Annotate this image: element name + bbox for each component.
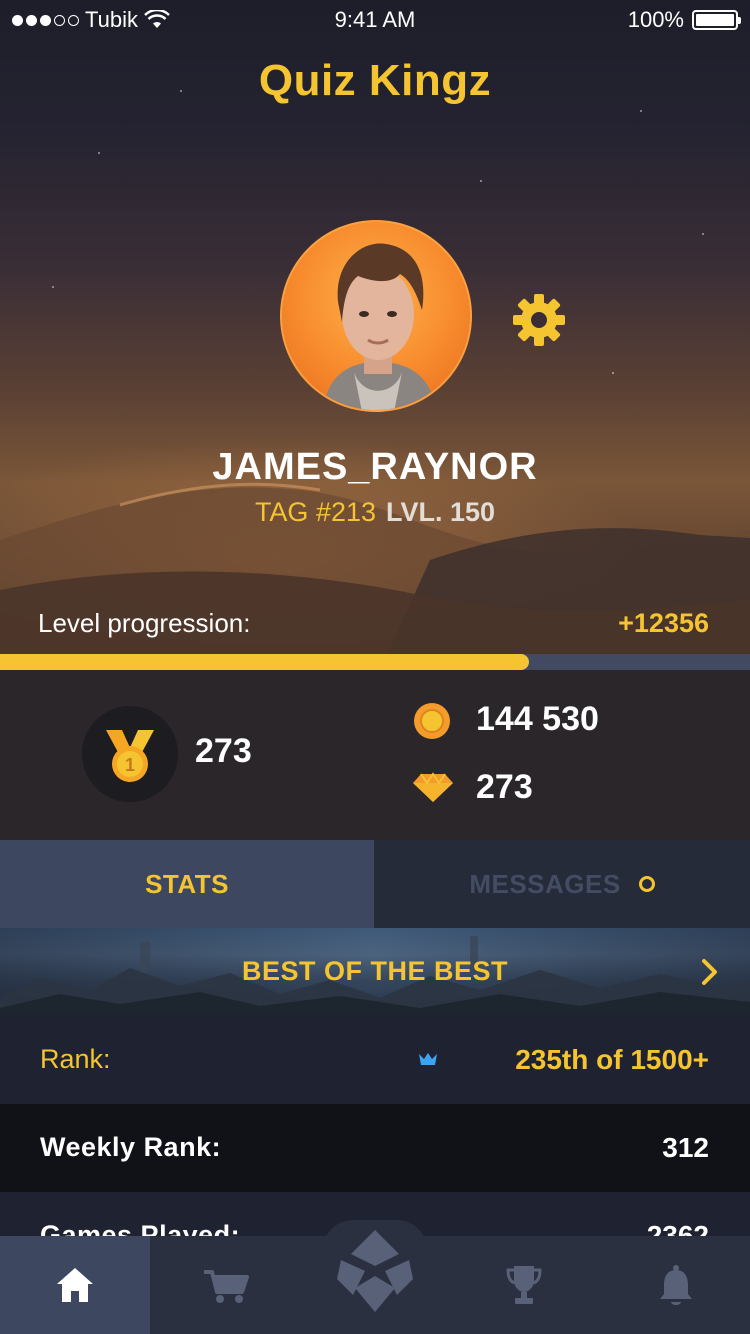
cart-icon[interactable] [202,1268,250,1304]
status-bar: Tubik 9:41 AM 100% [0,0,750,40]
level-progress-fill [0,654,529,670]
best-of-best-banner[interactable]: BEST OF THE BEST [0,928,750,1016]
banner-title: BEST OF THE BEST [241,956,509,986]
medal-count: 273 [195,732,252,770]
status-right: 100% [627,7,741,33]
coin-icon [414,703,450,739]
nav-home[interactable] [0,1236,150,1334]
gem-icon [413,772,453,802]
currency-panel: 1 273 144 530 273 [0,670,750,840]
stat-value: 312 [662,1132,709,1163]
tab-stats-label: STATS [145,868,229,899]
player-level: LVL. 150 [386,497,496,527]
username: JAMES_RAYNOR [212,446,538,488]
star [612,372,614,374]
bell-icon[interactable] [658,1264,694,1308]
crown-icon [419,1053,437,1065]
bottom-nav [0,1220,750,1334]
tab-messages[interactable]: MESSAGES [374,840,750,928]
stat-value: 235th of 1500+ [515,1044,709,1075]
star [640,110,642,112]
play-icon[interactable] [333,1224,417,1318]
stat-label: Weekly Rank: [40,1132,222,1162]
stat-row-weekly-rank: Weekly Rank: 312 [0,1104,750,1192]
stat-label: Rank: [40,1044,111,1074]
level-progress-points: +12356 [618,608,709,638]
app-title: Quiz Kingz [258,56,492,105]
home-icon [57,1268,93,1302]
battery-percent: 100% [627,7,684,32]
chevron-right-icon [702,959,717,985]
stat-row-rank: Rank: 235th of 1500+ [0,1016,750,1104]
settings-gear-icon[interactable] [511,292,567,348]
medal-icon: 1 [106,730,154,782]
tab-stats[interactable]: STATS [0,840,374,928]
tab-messages-label: MESSAGES [469,868,621,899]
level-progress-label: Level progression: [38,608,251,638]
star [98,152,100,154]
trophy-icon[interactable] [506,1264,542,1306]
medal-badge: 1 [82,706,178,802]
level-progress-bar [0,654,750,670]
player-tagline: TAG #213 LVL. 150 [0,497,750,528]
player-tag: TAG #213 [254,497,377,527]
avatar[interactable] [280,220,472,412]
star [702,233,704,235]
battery-icon [692,10,741,30]
avatar-portrait [322,243,437,410]
star [52,286,54,288]
unread-indicator-icon [638,876,655,892]
coin-balance: 144 530 [476,700,599,738]
star [480,180,482,182]
profile-tabs: STATS MESSAGES [0,840,750,928]
svg-text:1: 1 [125,755,135,775]
gem-balance: 273 [476,768,533,806]
